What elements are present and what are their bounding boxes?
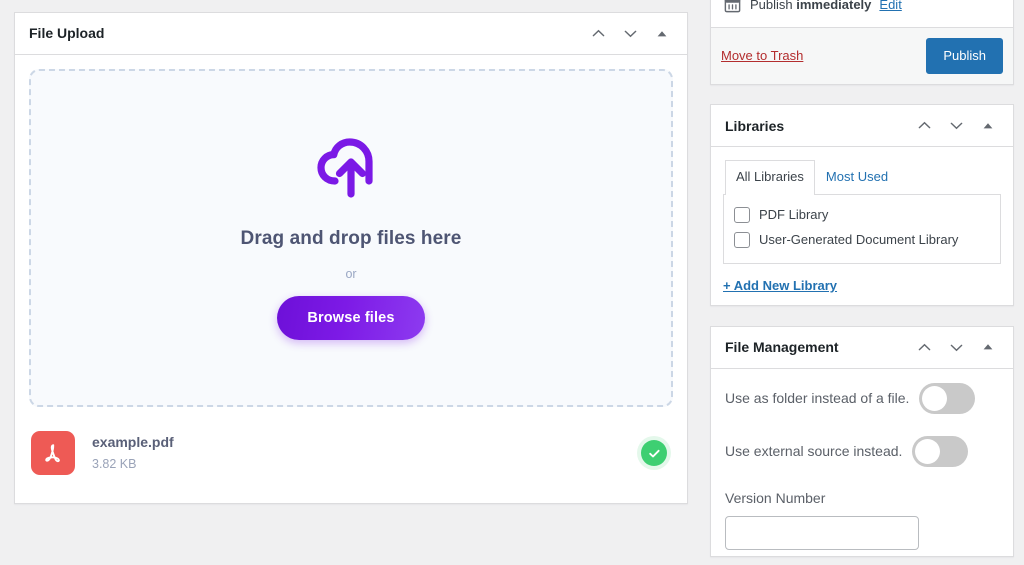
file-management-panel-body: Use as folder instead of a file. Use ext… xyxy=(711,369,1013,557)
chevron-down-icon xyxy=(950,122,962,130)
file-management-title: File Management xyxy=(725,339,839,356)
libraries-move-up-button[interactable] xyxy=(911,109,937,143)
triangle-up-icon xyxy=(983,122,993,129)
tab-all-libraries[interactable]: All Libraries xyxy=(725,160,815,195)
publish-schedule-strong: immediately xyxy=(796,0,872,12)
file-management-handle-actions xyxy=(911,330,1001,364)
list-item[interactable]: PDF Library xyxy=(734,202,990,228)
move-up-button[interactable] xyxy=(585,17,611,51)
file-management-panel-header: File Management xyxy=(711,327,1013,369)
folder-toggle-row: Use as folder instead of a file. xyxy=(725,382,999,414)
triangle-up-icon xyxy=(983,344,993,350)
file-upload-panel-header: File Upload xyxy=(15,13,687,55)
file-management-toggle-button[interactable] xyxy=(975,330,1001,364)
file-management-panel: File Management Use as folder instead of… xyxy=(710,325,1014,558)
chevron-up-icon xyxy=(918,122,930,129)
file-upload-panel-body: Drag and drop files here or Browse files… xyxy=(15,55,687,503)
screen-root: File Upload Drag and drop files here or … xyxy=(0,0,1024,565)
publish-actions-row: Move to Trash Publish xyxy=(711,26,1013,85)
file-name: example.pdf xyxy=(92,434,174,451)
list-item[interactable]: User-Generated Document Library xyxy=(734,227,990,253)
move-to-trash-link[interactable]: Move to Trash xyxy=(721,48,803,63)
browse-files-button[interactable]: Browse files xyxy=(277,295,425,340)
libraries-handle-actions xyxy=(911,109,1001,143)
list-item-label: PDF Library xyxy=(759,206,829,222)
sidebar-column: Publish immediately Edit Move to Trash P… xyxy=(710,0,1014,565)
checkbox-pdf-library[interactable] xyxy=(734,206,750,223)
list-item-label: User-Generated Document Library xyxy=(759,232,959,248)
dropzone-or-text: or xyxy=(345,266,357,281)
libraries-tabs: All Libraries Most Used xyxy=(723,160,1001,195)
pdf-file-icon xyxy=(31,431,75,475)
edit-publish-date-link[interactable]: Edit xyxy=(879,0,901,12)
uploaded-file-row: example.pdf 3.82 KB xyxy=(29,431,673,475)
file-dropzone[interactable]: Drag and drop files here or Browse files xyxy=(29,69,673,407)
move-down-button[interactable] xyxy=(617,17,643,51)
chevron-down-icon xyxy=(624,30,636,38)
publish-button[interactable]: Publish xyxy=(926,37,1003,75)
checkbox-user-generated-document-library[interactable] xyxy=(734,232,750,249)
publish-schedule-prefix: Publish xyxy=(750,0,797,12)
folder-toggle-label: Use as folder instead of a file. xyxy=(725,389,910,406)
libraries-toggle-button[interactable] xyxy=(975,109,1001,143)
external-source-toggle-row: Use external source instead. xyxy=(725,435,999,467)
external-source-toggle-label: Use external source instead. xyxy=(725,442,903,459)
cloud-upload-icon xyxy=(316,137,386,202)
libraries-title: Libraries xyxy=(725,117,785,134)
dropzone-title: Drag and drop files here xyxy=(240,227,462,249)
libraries-panel: Libraries All Libraries Most Used PDF Li… xyxy=(710,104,1014,306)
panel-handle-actions xyxy=(585,17,675,51)
chevron-up-icon xyxy=(918,343,930,351)
add-new-library-link[interactable]: + Add New Library xyxy=(723,278,837,293)
triangle-up-icon xyxy=(657,30,667,36)
page-title: File Upload xyxy=(29,24,105,41)
success-check-icon xyxy=(641,440,667,466)
publish-schedule-text: Publish immediately xyxy=(750,0,871,15)
file-size: 3.82 KB xyxy=(92,456,137,471)
file-management-move-up-button[interactable] xyxy=(911,330,937,364)
libraries-move-down-button[interactable] xyxy=(943,109,969,143)
file-upload-panel: File Upload Drag and drop files here or … xyxy=(14,12,688,504)
toggle-use-as-folder[interactable] xyxy=(919,382,976,414)
calendar-icon xyxy=(724,0,741,13)
main-column: File Upload Drag and drop files here or … xyxy=(14,12,688,504)
pdf-glyph xyxy=(45,444,60,463)
toggle-panel-button[interactable] xyxy=(649,17,675,51)
chevron-down-icon xyxy=(950,344,962,352)
publish-schedule-row: Publish immediately Edit xyxy=(711,0,1013,27)
publish-panel: Publish immediately Edit Move to Trash P… xyxy=(710,0,1014,86)
libraries-checklist: PDF Library User-Generated Document Libr… xyxy=(723,193,1001,264)
libraries-panel-header: Libraries xyxy=(711,105,1013,148)
chevron-up-icon xyxy=(592,29,604,37)
version-number-label: Version Number xyxy=(725,489,826,506)
libraries-panel-body: All Libraries Most Used PDF Library User… xyxy=(711,147,1013,305)
version-number-input[interactable] xyxy=(725,516,919,551)
uploaded-file-meta: example.pdf 3.82 KB xyxy=(92,432,641,473)
tab-most-used[interactable]: Most Used xyxy=(815,160,899,194)
toggle-use-external-source[interactable] xyxy=(912,435,969,467)
file-management-move-down-button[interactable] xyxy=(943,330,969,364)
